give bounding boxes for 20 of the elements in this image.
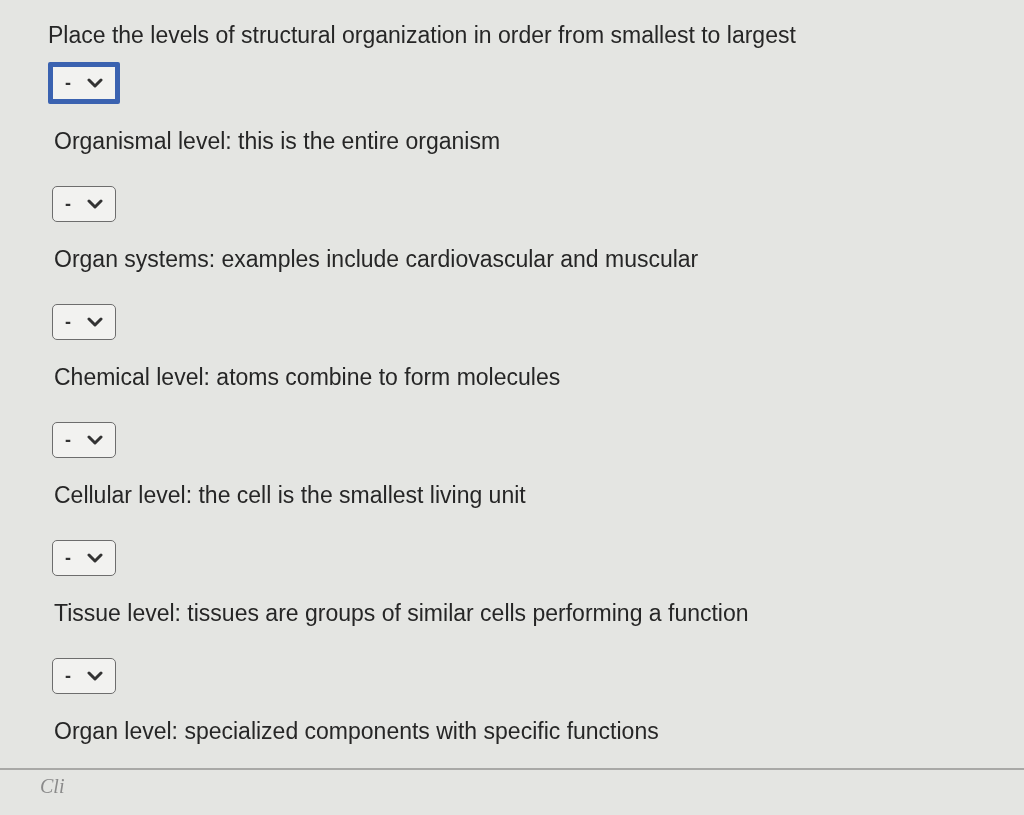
level-description: Chemical level: atoms combine to form molecules <box>54 363 561 392</box>
footer-text: Cli <box>39 774 66 798</box>
order-dropdown[interactable]: - <box>52 304 116 340</box>
chevron-down-icon <box>87 552 103 564</box>
level-description: Cellular level: the cell is the smallest living unit <box>54 481 526 510</box>
level-description: Tissue level: tissues are groups of similar cells performing a function <box>54 599 749 628</box>
question-prompt: Place the levels of structural organization in order from smallest to largest <box>48 21 797 50</box>
chevron-down-icon <box>87 316 103 328</box>
level-description: Organ level: specialized components with specific functions <box>54 717 659 746</box>
chevron-down-icon <box>87 77 103 89</box>
order-dropdown[interactable]: - <box>52 186 116 222</box>
level-description: Organ systems: examples include cardiovascular and muscular <box>54 245 699 274</box>
chevron-down-icon <box>87 670 103 682</box>
level-description: Organismal level: this is the entire organism <box>54 127 501 156</box>
order-dropdown[interactable]: - <box>52 658 116 694</box>
order-dropdown[interactable]: - <box>52 422 116 458</box>
chevron-down-icon <box>87 198 103 210</box>
order-dropdown[interactable]: - <box>48 62 120 104</box>
order-dropdown[interactable]: - <box>52 540 116 576</box>
chevron-down-icon <box>87 434 103 446</box>
